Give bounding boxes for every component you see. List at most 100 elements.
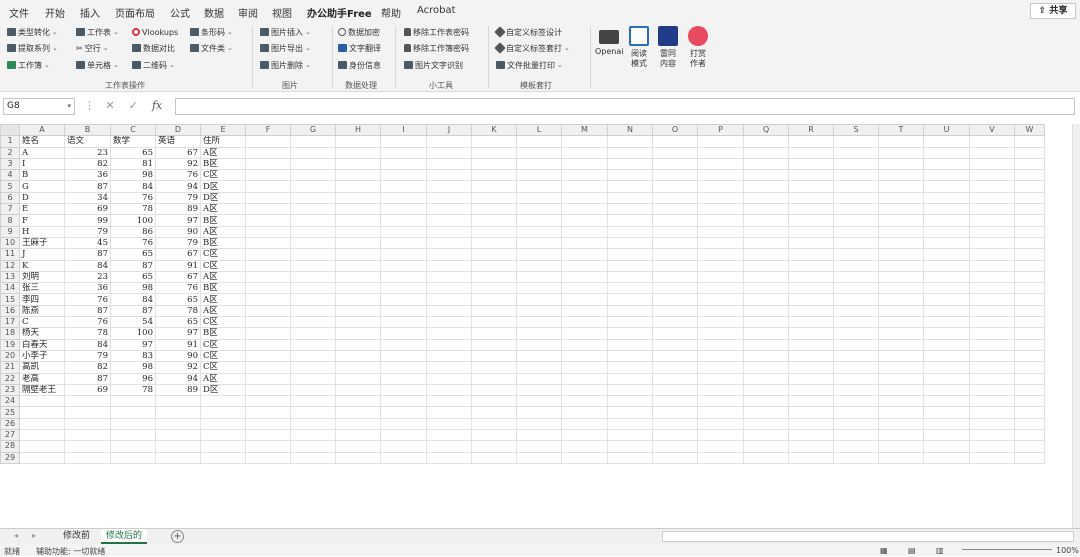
cell[interactable]: [652, 282, 698, 295]
cell[interactable]: [878, 327, 924, 340]
cell[interactable]: [833, 191, 879, 205]
cell[interactable]: [516, 316, 562, 329]
cell[interactable]: [743, 304, 789, 318]
cell[interactable]: [19, 429, 65, 442]
menu-tab[interactable]: 开始: [45, 5, 65, 20]
cell[interactable]: [833, 169, 879, 182]
cell[interactable]: [607, 440, 653, 453]
cell[interactable]: [923, 338, 970, 351]
cell[interactable]: [788, 157, 834, 171]
empty-row-button[interactable]: ✂ 空行 ⌄: [76, 42, 109, 54]
cell[interactable]: [335, 259, 381, 272]
cell[interactable]: 数学: [110, 135, 156, 148]
cell[interactable]: [652, 180, 698, 193]
cell[interactable]: [516, 214, 562, 227]
cell[interactable]: 姓名: [19, 135, 65, 148]
cell[interactable]: [697, 293, 744, 306]
cell[interactable]: [969, 236, 1015, 250]
cell[interactable]: [290, 338, 336, 351]
cell[interactable]: [516, 135, 562, 148]
cell[interactable]: [652, 383, 698, 397]
cell[interactable]: [969, 429, 1015, 442]
cell[interactable]: [607, 429, 653, 442]
cell[interactable]: 23: [64, 270, 111, 284]
cell[interactable]: [969, 372, 1015, 385]
spreadsheet-grid[interactable]: A B C D E F G H I J K L M N O P Q R S T U V W 1 姓名 语文 数学 英语 住所 2 A 23 65…: [0, 124, 1072, 528]
name-box[interactable]: G8 ▾: [3, 98, 75, 115]
cell[interactable]: [426, 225, 472, 238]
cell[interactable]: 刘明: [19, 270, 65, 284]
cell[interactable]: 94: [155, 180, 201, 193]
cell[interactable]: 65: [155, 316, 201, 329]
cell[interactable]: [426, 451, 472, 464]
cell[interactable]: [652, 157, 698, 171]
cell[interactable]: [652, 338, 698, 351]
cell[interactable]: 98: [110, 282, 156, 295]
cell[interactable]: [788, 395, 834, 408]
select-all-corner[interactable]: [0, 124, 20, 137]
cell[interactable]: [290, 406, 336, 419]
cell[interactable]: [380, 440, 427, 453]
cell[interactable]: [969, 451, 1015, 464]
cell[interactable]: [245, 236, 291, 250]
cell[interactable]: [516, 361, 562, 374]
cell[interactable]: [788, 248, 834, 261]
cell[interactable]: [743, 203, 789, 216]
cell[interactable]: 87: [64, 248, 111, 261]
cell[interactable]: [652, 361, 698, 374]
cell[interactable]: G: [19, 180, 65, 193]
cell[interactable]: [335, 169, 381, 182]
cell[interactable]: 65: [110, 248, 156, 261]
cell[interactable]: [878, 135, 924, 148]
cell[interactable]: [833, 440, 879, 453]
cell[interactable]: [697, 236, 744, 250]
cell[interactable]: [426, 180, 472, 193]
cell[interactable]: A区: [200, 146, 246, 159]
cell[interactable]: [1014, 135, 1045, 148]
cell[interactable]: [471, 203, 517, 216]
cell[interactable]: [697, 214, 744, 227]
menu-tab[interactable]: 公式: [170, 5, 190, 20]
cell[interactable]: [426, 259, 472, 272]
cell[interactable]: [652, 440, 698, 453]
cell[interactable]: 84: [110, 180, 156, 193]
cell[interactable]: 34: [64, 191, 111, 205]
cell[interactable]: [652, 293, 698, 306]
cell[interactable]: [290, 451, 336, 464]
row-header[interactable]: 20: [0, 349, 20, 363]
cell[interactable]: [245, 146, 291, 159]
cell[interactable]: [335, 270, 381, 284]
cell[interactable]: [652, 248, 698, 261]
cell[interactable]: [878, 440, 924, 453]
cell[interactable]: [969, 327, 1015, 340]
cell[interactable]: [743, 135, 789, 148]
cell[interactable]: [471, 406, 517, 419]
cell[interactable]: [471, 146, 517, 159]
cell[interactable]: [380, 395, 427, 408]
confirm-icon[interactable]: ✓: [129, 99, 138, 112]
cell[interactable]: [652, 146, 698, 159]
cell[interactable]: [290, 157, 336, 171]
remove-sheet-password-button[interactable]: 移除工作表密码: [404, 26, 469, 38]
cell[interactable]: 79: [64, 225, 111, 238]
cell[interactable]: [697, 361, 744, 374]
cell[interactable]: [652, 270, 698, 284]
cell[interactable]: [878, 191, 924, 205]
menu-tab[interactable]: 文件: [9, 5, 29, 20]
cell[interactable]: [743, 146, 789, 159]
translate-button[interactable]: 文字翻译: [338, 42, 381, 54]
cell[interactable]: 23: [64, 146, 111, 159]
cell[interactable]: [380, 135, 427, 148]
vertical-scrollbar[interactable]: [1072, 124, 1080, 528]
cell[interactable]: 91: [155, 338, 201, 351]
cell[interactable]: [878, 259, 924, 272]
row-header[interactable]: 11: [0, 248, 20, 261]
cell[interactable]: B区: [200, 282, 246, 295]
cell[interactable]: [788, 316, 834, 329]
cell[interactable]: [652, 406, 698, 419]
cell[interactable]: [923, 146, 970, 159]
cell[interactable]: C区: [200, 169, 246, 182]
cell[interactable]: [652, 417, 698, 431]
cell[interactable]: [290, 146, 336, 159]
cell[interactable]: 97: [110, 338, 156, 351]
